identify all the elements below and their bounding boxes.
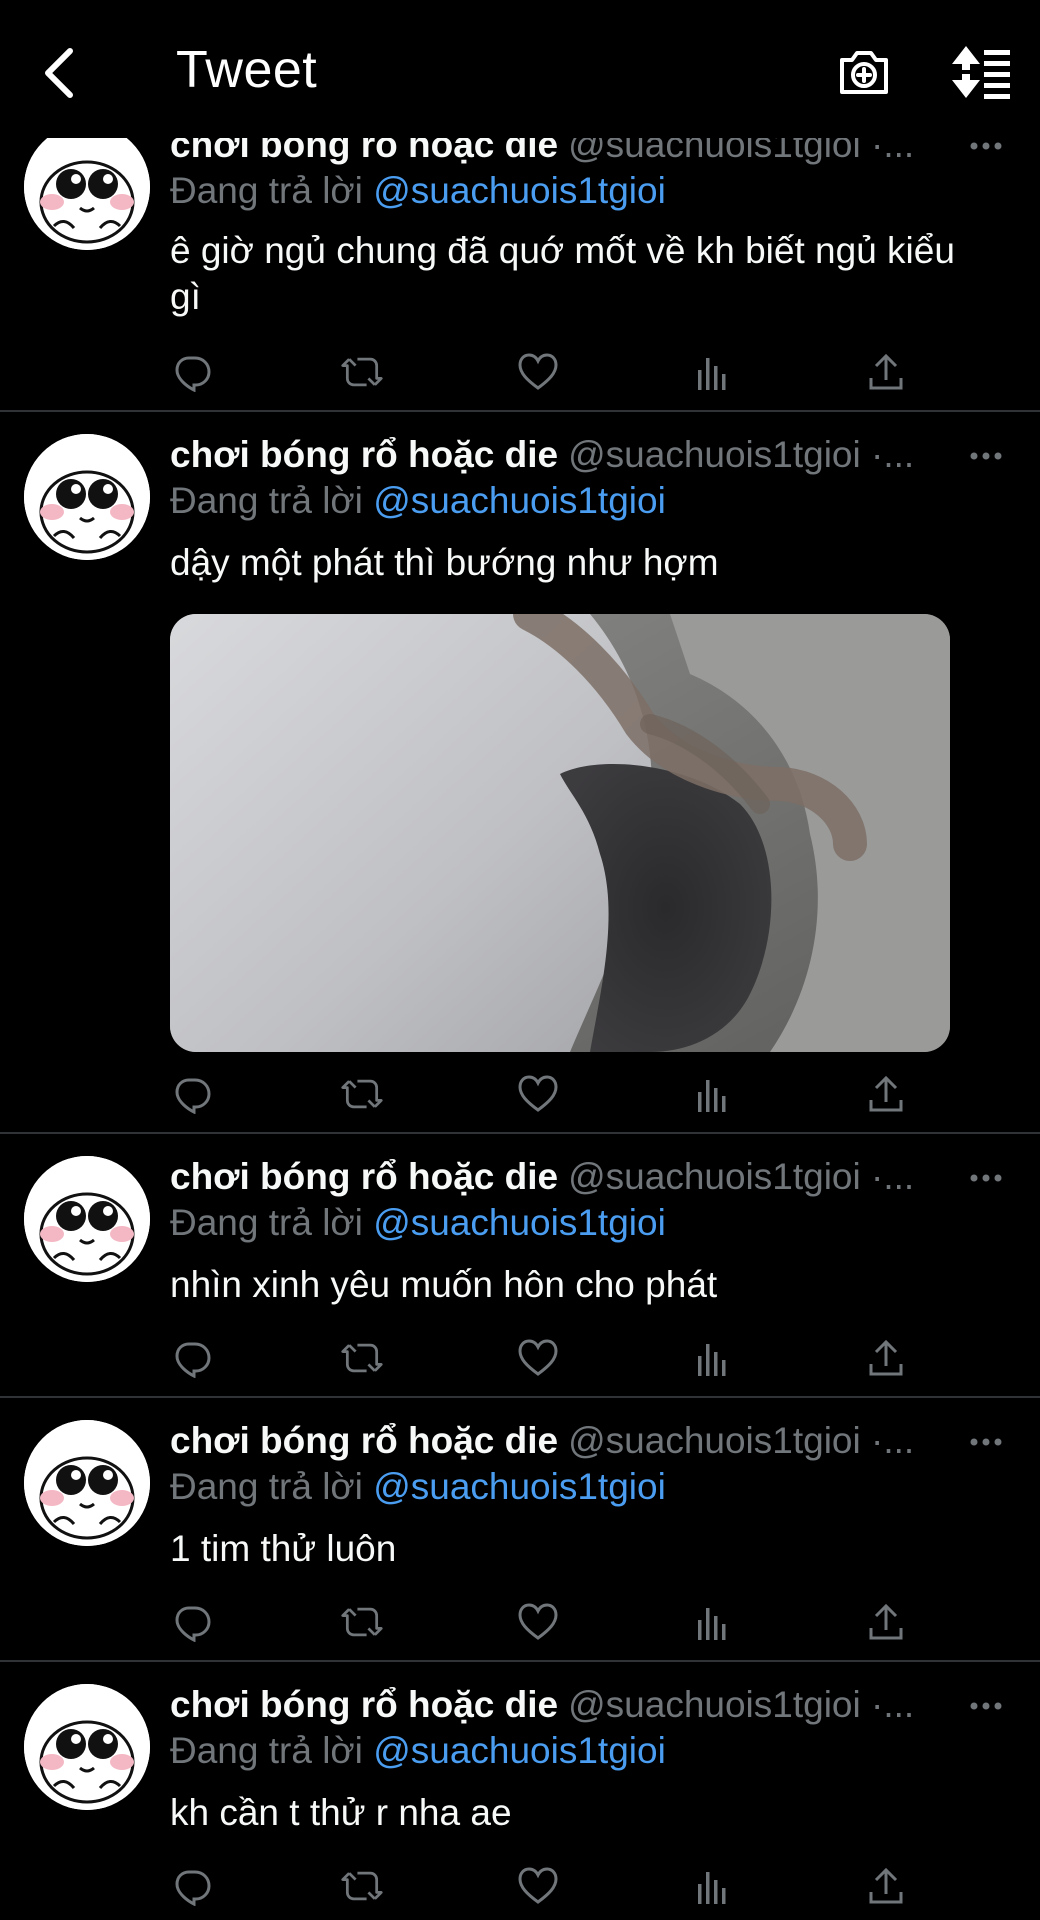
tweet-actions xyxy=(170,1072,910,1116)
reply-prefix: Đang trả lời xyxy=(170,1466,363,1507)
tweet-actions xyxy=(170,1864,910,1908)
heart-icon[interactable] xyxy=(516,350,560,394)
reply-icon[interactable] xyxy=(170,1864,214,1908)
share-icon[interactable] xyxy=(864,1600,908,1644)
reply-mention-link[interactable]: @suachuois1tgioi xyxy=(373,480,666,521)
chevron-left-icon xyxy=(45,48,73,98)
reply-mention-link[interactable]: @suachuois1tgioi xyxy=(373,1466,666,1507)
avatar-sticker-image xyxy=(24,124,150,250)
tweet-divider xyxy=(0,1396,1040,1398)
reply-context: Đang trả lời @suachuois1tgioi xyxy=(170,168,666,214)
share-icon[interactable] xyxy=(864,350,908,394)
views-icon[interactable] xyxy=(690,350,734,394)
avatar[interactable] xyxy=(24,124,150,250)
avatar[interactable] xyxy=(24,1684,150,1810)
tweet-actions xyxy=(170,1336,910,1380)
tweet-text: 1 tim thử luôn xyxy=(170,1528,397,1569)
share-icon[interactable] xyxy=(864,1072,908,1116)
tweet-author-row[interactable]: chơi bóng rổ hoặc die @suachuois1tgioi ·.… xyxy=(170,1418,1000,1464)
camera-plus-button[interactable] xyxy=(836,44,892,100)
display-name[interactable]: chơi bóng rổ hoặc die xyxy=(170,1420,558,1461)
tweet-actions xyxy=(170,1600,910,1644)
avatar-sticker-image xyxy=(24,1420,150,1546)
more-icon[interactable] xyxy=(966,1168,1006,1188)
tweet-divider xyxy=(0,410,1040,412)
tweet-text: kh cần t thử r nha ae xyxy=(170,1792,512,1833)
reply-mention-link[interactable]: @suachuois1tgioi xyxy=(373,170,666,211)
handle[interactable]: @suachuois1tgioi ·... xyxy=(568,434,914,475)
tweet-text: nhìn xinh yêu muốn hôn cho phát xyxy=(170,1264,718,1305)
retweet-icon[interactable] xyxy=(340,1336,384,1380)
tweet-author-row[interactable]: chơi bóng rổ hoặc die @suachuois1tgioi ·.… xyxy=(170,432,1000,478)
avatar[interactable] xyxy=(24,434,150,560)
display-name[interactable]: chơi bóng rổ hoặc die xyxy=(170,434,558,475)
avatar-sticker-image xyxy=(24,434,150,560)
display-name[interactable]: chơi bóng rổ hoặc die xyxy=(170,1684,558,1725)
reply-context: Đang trả lời @suachuois1tgioi xyxy=(170,478,666,524)
handle[interactable]: @suachuois1tgioi ·... xyxy=(568,1420,914,1461)
reply-prefix: Đang trả lời xyxy=(170,170,363,211)
views-icon[interactable] xyxy=(690,1864,734,1908)
heart-icon[interactable] xyxy=(516,1864,560,1908)
tweet-actions xyxy=(170,350,910,394)
handle[interactable]: @suachuois1tgioi ·... xyxy=(568,1684,914,1725)
camera-plus-icon xyxy=(840,51,888,94)
more-icon[interactable] xyxy=(966,1696,1006,1716)
handle[interactable]: @suachuois1tgioi ·... xyxy=(568,1156,914,1197)
more-icon[interactable] xyxy=(966,1432,1006,1452)
retweet-icon[interactable] xyxy=(340,1600,384,1644)
views-icon[interactable] xyxy=(690,1072,734,1116)
tweet-text: dậy một phát thì bướng như hợm xyxy=(170,542,719,583)
top-navigation-bar: Tweet xyxy=(0,0,1040,138)
more-icon[interactable] xyxy=(966,136,1006,156)
tweet-author-row[interactable]: chơi bóng rổ hoặc die @suachuois1tgioi ·.… xyxy=(170,1682,1000,1728)
heart-icon[interactable] xyxy=(516,1600,560,1644)
avatar[interactable] xyxy=(24,1420,150,1546)
reply-context: Đang trả lời @suachuois1tgioi xyxy=(170,1200,666,1246)
retweet-icon[interactable] xyxy=(340,1864,384,1908)
reply-context: Đang trả lời @suachuois1tgioi xyxy=(170,1728,666,1774)
retweet-icon[interactable] xyxy=(340,350,384,394)
avatar-sticker-image xyxy=(24,1156,150,1282)
more-icon[interactable] xyxy=(966,446,1006,466)
heart-icon[interactable] xyxy=(516,1072,560,1116)
reply-icon[interactable] xyxy=(170,1600,214,1644)
display-name[interactable]: chơi bóng rổ hoặc die xyxy=(170,1156,558,1197)
avatar-sticker-image xyxy=(24,1684,150,1810)
share-icon[interactable] xyxy=(864,1336,908,1380)
tweet-feed: chơi bóng rổ hoặc die @suachuois1tgioi ·.… xyxy=(0,0,1040,1920)
share-icon[interactable] xyxy=(864,1864,908,1908)
reply-mention-link[interactable]: @suachuois1tgioi xyxy=(373,1730,666,1771)
views-icon[interactable] xyxy=(690,1336,734,1380)
tweet-media-photo[interactable] xyxy=(170,614,950,1052)
retweet-icon[interactable] xyxy=(340,1072,384,1116)
reply-icon[interactable] xyxy=(170,350,214,394)
heart-icon[interactable] xyxy=(516,1336,560,1380)
avatar[interactable] xyxy=(24,1156,150,1282)
sort-button[interactable] xyxy=(950,44,1012,100)
reply-prefix: Đang trả lời xyxy=(170,1730,363,1771)
back-button[interactable] xyxy=(30,38,90,108)
reply-prefix: Đang trả lời xyxy=(170,480,363,521)
photo-bed-sleeping-image xyxy=(170,614,950,1052)
reply-icon[interactable] xyxy=(170,1072,214,1116)
reply-mention-link[interactable]: @suachuois1tgioi xyxy=(373,1202,666,1243)
tweet-divider xyxy=(0,1660,1040,1662)
tweet-author-row[interactable]: chơi bóng rổ hoặc die @suachuois1tgioi ·.… xyxy=(170,1154,1000,1200)
reply-prefix: Đang trả lời xyxy=(170,1202,363,1243)
sort-icon xyxy=(952,46,1010,99)
page-title: Tweet xyxy=(176,41,318,99)
tweet-text: ê giờ ngủ chung đã quớ mốt về kh biết ng… xyxy=(170,230,955,317)
reply-icon[interactable] xyxy=(170,1336,214,1380)
views-icon[interactable] xyxy=(690,1600,734,1644)
reply-context: Đang trả lời @suachuois1tgioi xyxy=(170,1464,666,1510)
tweet-divider xyxy=(0,1132,1040,1134)
